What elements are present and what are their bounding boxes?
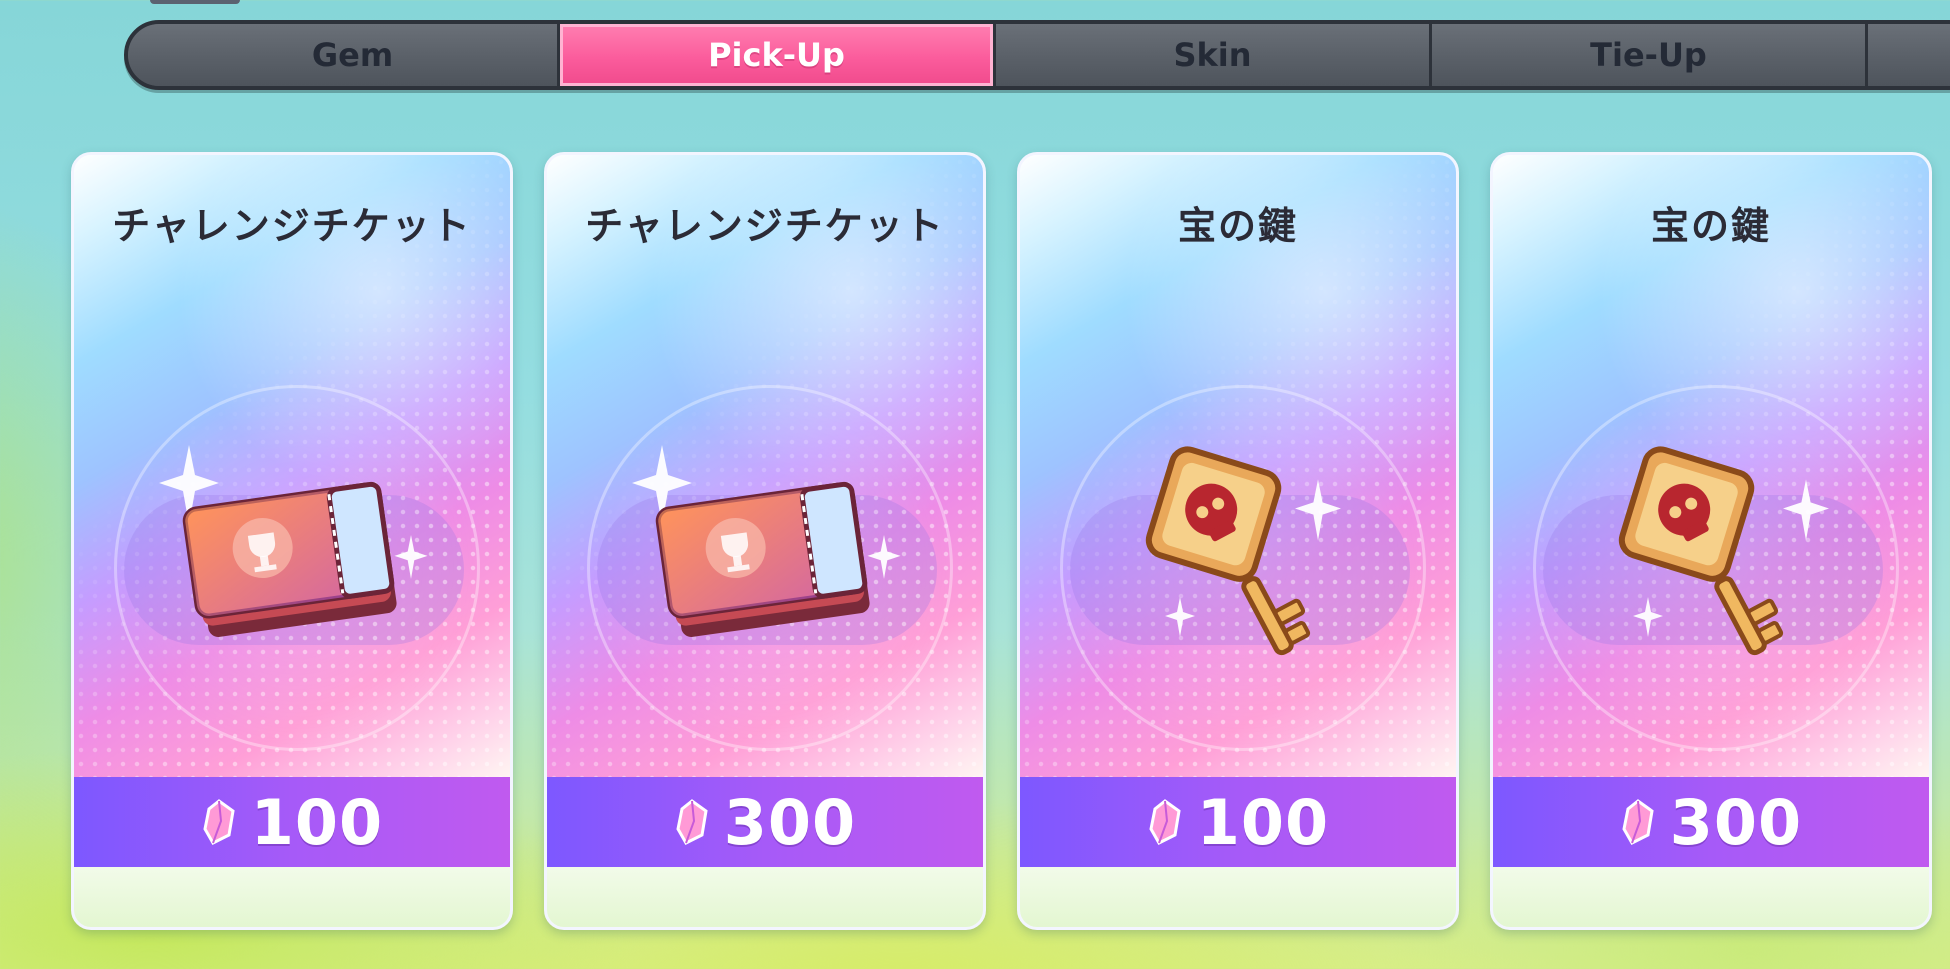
gem-currency-icon	[676, 799, 708, 845]
treasure-key-icon	[1618, 446, 1784, 656]
gem-currency-icon	[1622, 799, 1654, 845]
price-bar: 100	[1020, 777, 1456, 867]
card-footer	[1493, 867, 1929, 927]
tab-skin[interactable]: Skin	[996, 24, 1432, 86]
shop-item-card[interactable]: 宝の鍵 100	[1017, 152, 1459, 930]
tab-gem[interactable]: Gem	[128, 24, 560, 86]
tab-label: Skin	[1173, 36, 1252, 74]
shop-item-card[interactable]: チャレンジチケット 300	[544, 152, 986, 930]
price-value: 300	[723, 785, 857, 859]
gem-currency-icon	[1149, 799, 1181, 845]
price-bar: 300	[1493, 777, 1929, 867]
card-footer	[547, 867, 983, 927]
challenge-ticket-icon	[182, 481, 397, 637]
tab-label: Gem	[311, 36, 394, 74]
item-name: チャレンジチケット	[585, 204, 945, 248]
tab-tie-up[interactable]: Tie-Up	[1432, 24, 1868, 86]
category-tab-bar: Gem Pick-Up Skin Tie-Up	[124, 20, 1950, 90]
card-footer	[74, 867, 510, 927]
shop-item-card[interactable]: チャレンジチケット 100	[71, 152, 513, 930]
price-value: 100	[250, 785, 384, 859]
top-edge-element	[150, 0, 240, 4]
price-bar: 100	[74, 777, 510, 867]
treasure-key-icon	[1145, 446, 1311, 656]
item-name: 宝の鍵	[1650, 204, 1771, 248]
shop-item-card[interactable]: 宝の鍵 300	[1490, 152, 1932, 930]
tab-label: Pick-Up	[708, 36, 845, 74]
price-value: 100	[1196, 785, 1330, 859]
price-value: 300	[1669, 785, 1803, 859]
item-name: 宝の鍵	[1177, 204, 1298, 248]
gem-currency-icon	[203, 799, 235, 845]
item-name: チャレンジチケット	[112, 204, 472, 248]
tab-label: Tie-Up	[1590, 36, 1707, 74]
challenge-ticket-icon	[655, 481, 870, 637]
card-footer	[1020, 867, 1456, 927]
tab-more[interactable]	[1868, 24, 1950, 86]
price-bar: 300	[547, 777, 983, 867]
tab-pick-up[interactable]: Pick-Up	[560, 24, 996, 86]
